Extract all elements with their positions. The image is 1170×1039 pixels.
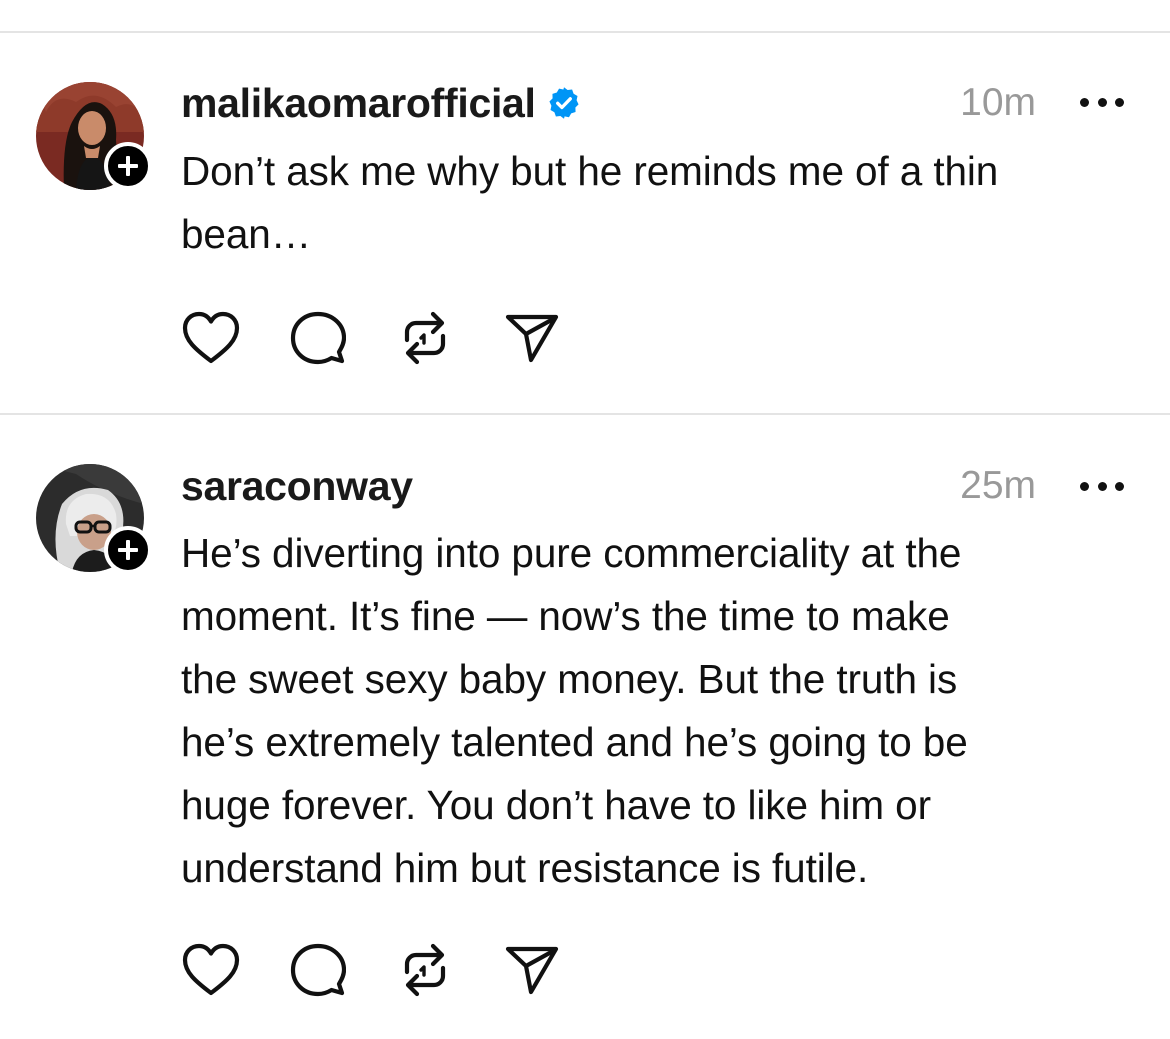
heart-icon <box>182 311 240 364</box>
username[interactable]: saraconway <box>181 463 413 510</box>
ellipsis-icon <box>1080 97 1089 107</box>
follow-button[interactable] <box>104 142 152 190</box>
repost-icon <box>404 943 446 997</box>
like-button[interactable] <box>181 308 241 368</box>
plus-icon <box>118 540 138 560</box>
post-text: Don’t ask me why but he reminds me of a … <box>181 148 999 257</box>
share-button[interactable] <box>502 308 562 368</box>
comment-button[interactable] <box>288 308 348 368</box>
repost-button[interactable] <box>395 940 455 1000</box>
share-button[interactable] <box>502 940 562 1000</box>
verified-badge-icon <box>546 85 582 121</box>
timestamp: 10m <box>960 81 1036 124</box>
more-options-button[interactable] <box>1080 92 1124 112</box>
follow-button[interactable] <box>104 526 152 574</box>
comment-icon <box>290 311 346 365</box>
plus-icon <box>118 156 138 176</box>
timestamp: 25m <box>960 464 1036 507</box>
heart-icon <box>182 943 240 996</box>
comment-button[interactable] <box>288 940 348 1000</box>
repost-icon <box>404 311 446 365</box>
username[interactable]: malikaomarofficial <box>181 80 536 127</box>
comment-icon <box>290 943 346 997</box>
post-divider <box>0 413 1170 415</box>
repost-button[interactable] <box>395 308 455 368</box>
more-options-button[interactable] <box>1080 476 1124 496</box>
share-icon <box>505 314 559 363</box>
like-button[interactable] <box>181 940 241 1000</box>
post-actions <box>181 308 609 368</box>
top-divider <box>0 31 1170 33</box>
post-text: He’s diverting into pure commerciality a… <box>181 530 968 891</box>
ellipsis-icon <box>1080 481 1089 491</box>
share-icon <box>505 946 559 995</box>
post-actions <box>181 940 609 1000</box>
